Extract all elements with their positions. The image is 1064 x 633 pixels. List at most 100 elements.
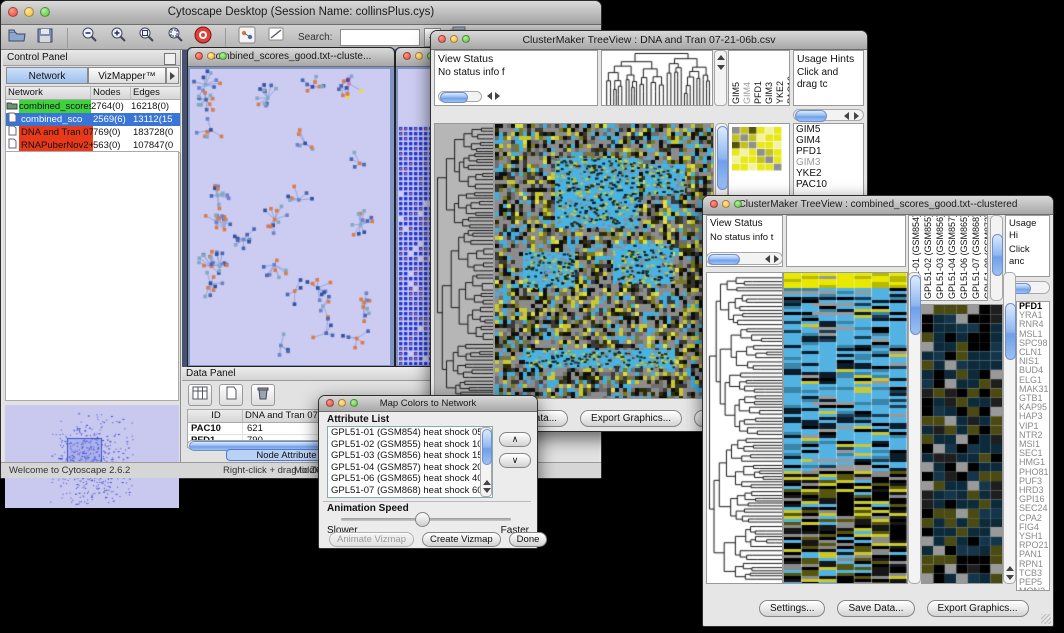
minimize-button[interactable] — [450, 35, 458, 43]
table-row[interactable]: combined_sco2569(6)13112(15) — [6, 113, 180, 126]
col-id[interactable]: ID — [188, 410, 243, 422]
scroll-right-icon[interactable] — [495, 92, 500, 100]
scroll-down-icon[interactable] — [483, 488, 491, 493]
zoom-out-icon[interactable] — [79, 25, 99, 50]
attribute-list-item[interactable]: GPL51-07 (GSM868) heat shock 60 min — [328, 485, 492, 497]
close-button[interactable] — [8, 7, 18, 17]
button-export-graphics[interactable]: Export Graphics... — [580, 410, 682, 427]
table-row[interactable]: combined_scores2764(0)16218(0) — [6, 100, 180, 113]
button-save-data[interactable]: Save Data... — [837, 600, 914, 617]
button-create-vizmap[interactable]: Create Vizmap — [422, 532, 501, 547]
table-row[interactable]: DNA and Tran 07769(0)183728(0) — [6, 126, 180, 139]
scroll-thumb[interactable] — [717, 126, 728, 190]
scroll-thumb[interactable] — [1005, 303, 1016, 360]
tv1-hints-scrollbar[interactable] — [793, 109, 864, 121]
network-view-titlebar[interactable]: combined_scores_good.txt--cluste... — [188, 48, 394, 67]
main-window-titlebar[interactable]: Cytoscape Desktop (Session Name: collins… — [1, 1, 601, 25]
array-label[interactable]: GIM5 — [731, 82, 741, 104]
gene-label[interactable]: GIM3 — [794, 157, 863, 168]
zoom-button[interactable] — [40, 7, 50, 17]
gene-label[interactable]: GIM5 — [794, 124, 863, 135]
attribute-table-icon[interactable] — [188, 384, 212, 406]
attribute-list-scrollbar[interactable] — [480, 427, 492, 497]
attribute-list-item[interactable]: GPL51-06 (GSM865) heat shock 40 min — [328, 473, 492, 485]
tv2-detail-heatmap[interactable] — [921, 304, 1003, 584]
tv1-gene-dendrogram[interactable] — [434, 123, 494, 399]
scroll-up-icon[interactable] — [717, 55, 725, 60]
tv1-array-vscrollbar[interactable] — [714, 50, 727, 106]
button-done[interactable]: Done — [509, 532, 548, 547]
save-icon[interactable] — [35, 25, 55, 50]
minimize-button[interactable] — [338, 399, 346, 407]
array-label[interactable]: PAC10 — [786, 76, 790, 104]
gene-label[interactable]: MON2 — [1017, 587, 1049, 591]
zoom-button[interactable] — [734, 200, 742, 208]
tv1-status-scrollbar[interactable] — [438, 91, 482, 102]
zoom-button[interactable] — [350, 399, 358, 407]
close-button[interactable] — [326, 399, 334, 407]
zoom-fit-icon[interactable] — [165, 25, 185, 50]
network-canvas[interactable] — [190, 69, 390, 365]
move-up-button[interactable]: ∧ — [499, 432, 531, 447]
array-label[interactable]: GPL51-03 (GSM856) — [935, 215, 945, 299]
scroll-left-icon[interactable] — [765, 255, 770, 263]
scroll-thumb[interactable] — [795, 110, 827, 122]
scroll-left-icon[interactable] — [487, 92, 492, 100]
scroll-up-icon[interactable] — [1006, 566, 1014, 571]
tv2-heatmap-vscrollbar[interactable] — [908, 272, 921, 584]
tv2-gene-dendrogram[interactable] — [706, 272, 783, 584]
scroll-right-icon[interactable] — [854, 112, 859, 120]
col-edges[interactable]: Edges — [131, 87, 176, 99]
resize-grip[interactable] — [1041, 614, 1051, 624]
tab-network[interactable]: Network — [6, 67, 88, 84]
tv2-labels-vscrollbar[interactable] — [990, 215, 1003, 301]
zoom-selected-icon[interactable] — [136, 25, 156, 50]
gene-label[interactable]: PFD1 — [794, 146, 863, 157]
gene-label[interactable]: PAC10 — [794, 179, 863, 190]
scroll-thumb[interactable] — [708, 254, 740, 265]
attribute-list-item[interactable]: GPL51-01 (GSM854) heat shock 05 min — [328, 427, 492, 439]
array-label[interactable]: GPL51-06 (GSM865) — [959, 215, 969, 299]
float-panel-icon[interactable] — [164, 53, 176, 65]
zoom-in-icon[interactable] — [108, 25, 128, 50]
array-label[interactable]: PFD1 — [753, 81, 763, 104]
scroll-thumb[interactable] — [992, 234, 1003, 276]
array-label[interactable]: GIM4 — [742, 82, 752, 104]
scroll-down-icon[interactable] — [717, 65, 725, 70]
array-label[interactable]: YKE2 — [775, 81, 785, 104]
attribute-list-item[interactable]: GPL51-02 (GSM855) heat shock 10 min — [328, 439, 492, 451]
gene-label[interactable]: GIM4 — [794, 135, 863, 146]
treeview1-titlebar[interactable]: ClusterMaker TreeView : DNA and Tran 07-… — [431, 31, 867, 50]
array-label[interactable]: GPL51-02 (GSM855) — [923, 215, 933, 299]
treeview2-titlebar[interactable]: ClusterMaker TreeView : combined_scores_… — [703, 196, 1053, 215]
birdseye-view[interactable] — [5, 405, 179, 460]
array-label[interactable]: GPL51-08 (GSM872) — [983, 215, 988, 299]
tv2-detail-vscrollbar[interactable] — [1003, 272, 1016, 584]
dialog-titlebar[interactable]: Map Colors to Network — [319, 396, 537, 412]
tab-vizmapper[interactable]: VizMapper™ — [88, 67, 166, 84]
close-button[interactable] — [710, 200, 718, 208]
scroll-thumb[interactable] — [440, 92, 468, 103]
scroll-up-icon[interactable] — [483, 480, 491, 485]
speed-slider-thumb[interactable] — [415, 512, 430, 527]
attribute-list-item[interactable]: GPL51-03 (GSM856) heat shock 15 min — [328, 450, 492, 462]
scroll-right-icon[interactable] — [774, 255, 779, 263]
tv2-main-heatmap[interactable] — [783, 272, 908, 584]
tv2-array-dendrogram-area[interactable] — [786, 215, 906, 267]
scroll-down-icon[interactable] — [1006, 575, 1014, 580]
tv2-status-scrollbar[interactable] — [706, 252, 783, 265]
array-label[interactable]: GPL51-07 (GSM868) — [971, 215, 981, 299]
array-label[interactable]: GIM3 — [764, 82, 774, 104]
close-button[interactable] — [438, 35, 446, 43]
delete-attribute-icon[interactable] — [251, 384, 275, 406]
button-export-graphics[interactable]: Export Graphics... — [927, 600, 1029, 617]
zoom-button[interactable] — [462, 35, 470, 43]
move-down-button[interactable]: ∨ — [499, 453, 531, 468]
tv1-array-dendrogram[interactable] — [601, 50, 713, 106]
button-settings[interactable]: Settings... — [759, 600, 825, 617]
minimize-button[interactable] — [24, 7, 34, 17]
minimize-button[interactable] — [207, 52, 215, 60]
new-attribute-icon[interactable] — [219, 384, 243, 406]
attribute-list[interactable]: GPL51-01 (GSM854) heat shock 05 minGPL51… — [327, 426, 493, 498]
close-button[interactable] — [403, 52, 411, 60]
